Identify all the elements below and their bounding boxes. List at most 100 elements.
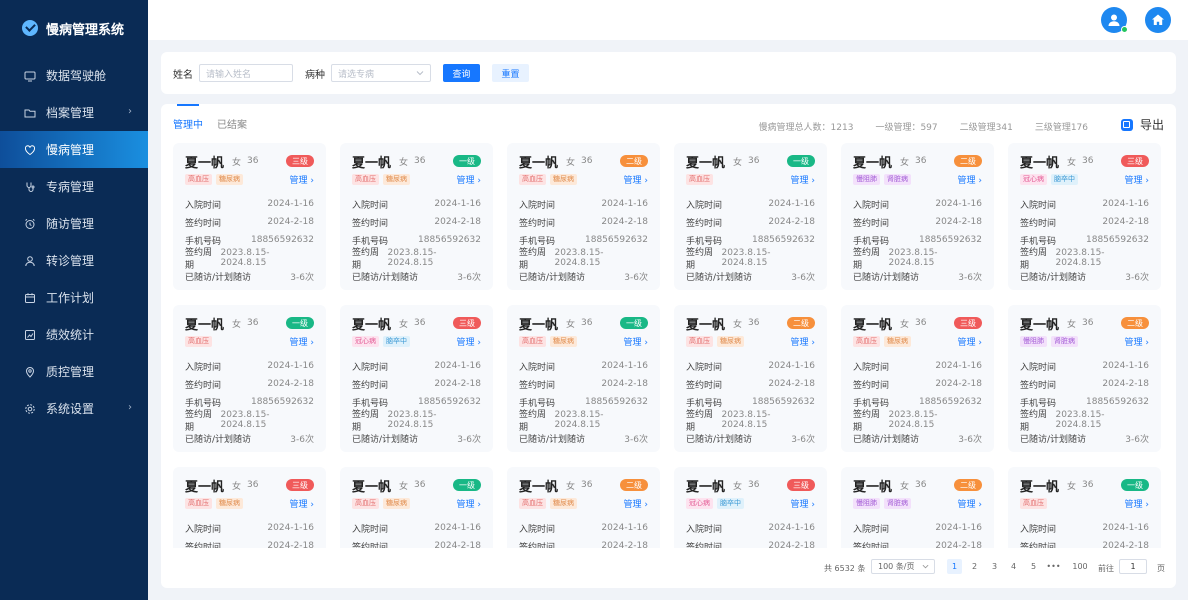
manage-link[interactable]: 管理 › — [958, 335, 982, 348]
name-input[interactable]: 请输入姓名 — [199, 64, 293, 82]
brand: 慢病管理系统 — [0, 0, 148, 56]
disease-select[interactable]: 请选专病 — [331, 64, 431, 82]
pagination-page[interactable]: 1 — [947, 559, 962, 574]
disease-tag: 糖尿病 — [717, 335, 744, 347]
manage-link[interactable]: 管理 › — [1125, 173, 1149, 186]
manage-link[interactable]: 管理 › — [457, 173, 481, 186]
detail-label: 签约时间 — [352, 542, 389, 549]
patient-age: 36 — [247, 156, 259, 166]
detail-row-sign: 签约时间 2024-2-18 — [853, 213, 982, 231]
card-details: 入院时间 2024-1-16 签约时间 2024-2-18 手机号码 1885659263… — [519, 357, 648, 447]
detail-label: 已随访/计划随访 — [352, 434, 419, 445]
card-header: 夏一帆女 36 三级 — [686, 477, 815, 495]
sidebar-item-5[interactable]: 转诊管理 — [0, 242, 148, 279]
pagination-page[interactable]: 3 — [987, 559, 1002, 574]
sidebar-item-3[interactable]: 专病管理 — [0, 168, 148, 205]
detail-label: 签约时间 — [686, 542, 723, 549]
manage-link[interactable]: 管理 › — [624, 173, 648, 186]
patient-card: 夏一帆女 36 二级 慢阻肺 肾脏病 管理 › 入院时间 2024-1-16 签约时间 2024-… — [1008, 305, 1161, 452]
disease-select-placeholder: 请选专病 — [338, 69, 375, 80]
sidebar-item-label: 质控管理 — [46, 365, 95, 379]
detail-value: 3-6次 — [958, 434, 982, 445]
manage-link[interactable]: 管理 › — [624, 335, 648, 348]
detail-row-visits: 已随访/计划随访 3-6次 — [686, 429, 815, 447]
detail-label: 签约周期 — [686, 248, 714, 271]
patient-sex: 女 — [566, 481, 576, 492]
detail-label: 入院时间 — [185, 362, 222, 373]
detail-value: 2024-1-16 — [601, 361, 648, 371]
sidebar-item-9[interactable]: 系统设置 › — [0, 390, 148, 427]
reset-button[interactable]: 重置 — [492, 64, 529, 82]
chart-icon — [24, 329, 36, 341]
detail-value: 2024-1-16 — [935, 361, 982, 371]
manage-link[interactable]: 管理 › — [958, 497, 982, 510]
detail-value: 18856592632 — [919, 235, 982, 245]
detail-row-sign: 签约时间 2024-2-18 — [352, 537, 481, 548]
level-badge: 三级 — [286, 479, 314, 491]
manage-link[interactable]: 管理 › — [791, 497, 815, 510]
detail-value: 2024-1-16 — [768, 523, 815, 533]
disease-tag: 高血压 — [1020, 497, 1047, 509]
manage-link[interactable]: 管理 › — [457, 497, 481, 510]
sidebar-item-4[interactable]: 随访管理 — [0, 205, 148, 242]
card-header: 夏一帆女 36 一级 — [185, 315, 314, 333]
detail-label: 入院时间 — [686, 362, 723, 373]
sidebar-item-label: 专病管理 — [46, 180, 95, 194]
home-icon[interactable] — [1145, 7, 1171, 33]
disease-tags: 慢阻肺 肾脏病 管理 › — [1020, 335, 1149, 348]
detail-row-period: 签约周期 2023.8.15-2024.8.15 — [185, 410, 314, 433]
user-avatar-icon[interactable] — [1101, 7, 1128, 33]
sidebar-item-0[interactable]: 数据驾驶舱 — [0, 57, 148, 94]
detail-value: 18856592632 — [418, 397, 481, 407]
sidebar-item-8[interactable]: 质控管理 — [0, 353, 148, 390]
detail-value: 2024-1-16 — [601, 523, 648, 533]
patient-age: 36 — [247, 318, 259, 328]
disease-tag: 高血压 — [185, 173, 212, 185]
pagination-page[interactable]: 4 — [1006, 559, 1021, 574]
manage-link[interactable]: 管理 › — [958, 173, 982, 186]
disease-tags: 冠心病 脑卒中 管理 › — [686, 497, 815, 510]
sidebar-item-1[interactable]: 档案管理 › — [0, 94, 148, 131]
pagination-ellipsis[interactable]: ••• — [1046, 559, 1061, 574]
disease-tags: 高血压 糖尿病 管理 › — [352, 497, 481, 510]
detail-row-visits: 已随访/计划随访 3-6次 — [853, 429, 982, 447]
manage-link[interactable]: 管理 › — [290, 173, 314, 186]
disease-tags: 高血压 糖尿病 管理 › — [352, 173, 481, 186]
disease-tag: 冠心病 — [352, 335, 379, 347]
card-header: 夏一帆女 36 三级 — [352, 315, 481, 333]
manage-link[interactable]: 管理 › — [290, 497, 314, 510]
goto-page-input[interactable]: 1 — [1119, 559, 1147, 574]
detail-row-visits: 已随访/计划随访 3-6次 — [686, 267, 815, 285]
pagination-page[interactable]: 5 — [1026, 559, 1041, 574]
manage-link[interactable]: 管理 › — [1125, 335, 1149, 348]
detail-label: 已随访/计划随访 — [185, 434, 252, 445]
card-header: 夏一帆女 36 一级 — [352, 477, 481, 495]
sidebar-item-7[interactable]: 绩效统计 — [0, 316, 148, 353]
manage-link[interactable]: 管理 › — [791, 335, 815, 348]
patient-sex: 女 — [232, 157, 242, 168]
search-button[interactable]: 查询 — [443, 64, 480, 82]
detail-value: 2024-1-16 — [267, 199, 314, 209]
detail-value: 2023.8.15-2024.8.15 — [721, 410, 771, 430]
tab-managing[interactable]: 管理中 — [173, 104, 203, 135]
detail-row-sign: 签约时间 2024-2-18 — [686, 537, 815, 548]
level-badge: 一级 — [453, 479, 481, 491]
tab-closed[interactable]: 已结案 — [217, 116, 247, 135]
page-size-select[interactable]: 100 条/页 — [871, 559, 935, 574]
pagination-page[interactable]: 100 — [1070, 559, 1090, 574]
detail-value: 3-6次 — [457, 272, 481, 283]
sidebar-item-6[interactable]: 工作计划 — [0, 279, 148, 316]
manage-link[interactable]: 管理 › — [457, 335, 481, 348]
export-button[interactable]: 导出 — [1120, 116, 1164, 133]
manage-link[interactable]: 管理 › — [290, 335, 314, 348]
sidebar-item-2[interactable]: 慢病管理 — [0, 131, 148, 168]
pagination-page[interactable]: 2 — [967, 559, 982, 574]
manage-link[interactable]: 管理 › — [1125, 497, 1149, 510]
detail-label: 已随访/计划随访 — [686, 434, 753, 445]
manage-link[interactable]: 管理 › — [624, 497, 648, 510]
sidebar-item-label: 随访管理 — [46, 217, 95, 231]
manage-link[interactable]: 管理 › — [791, 173, 815, 186]
detail-value: 2024-2-18 — [935, 217, 982, 227]
detail-label: 入院时间 — [853, 524, 890, 535]
detail-value: 2024-1-16 — [434, 199, 481, 209]
